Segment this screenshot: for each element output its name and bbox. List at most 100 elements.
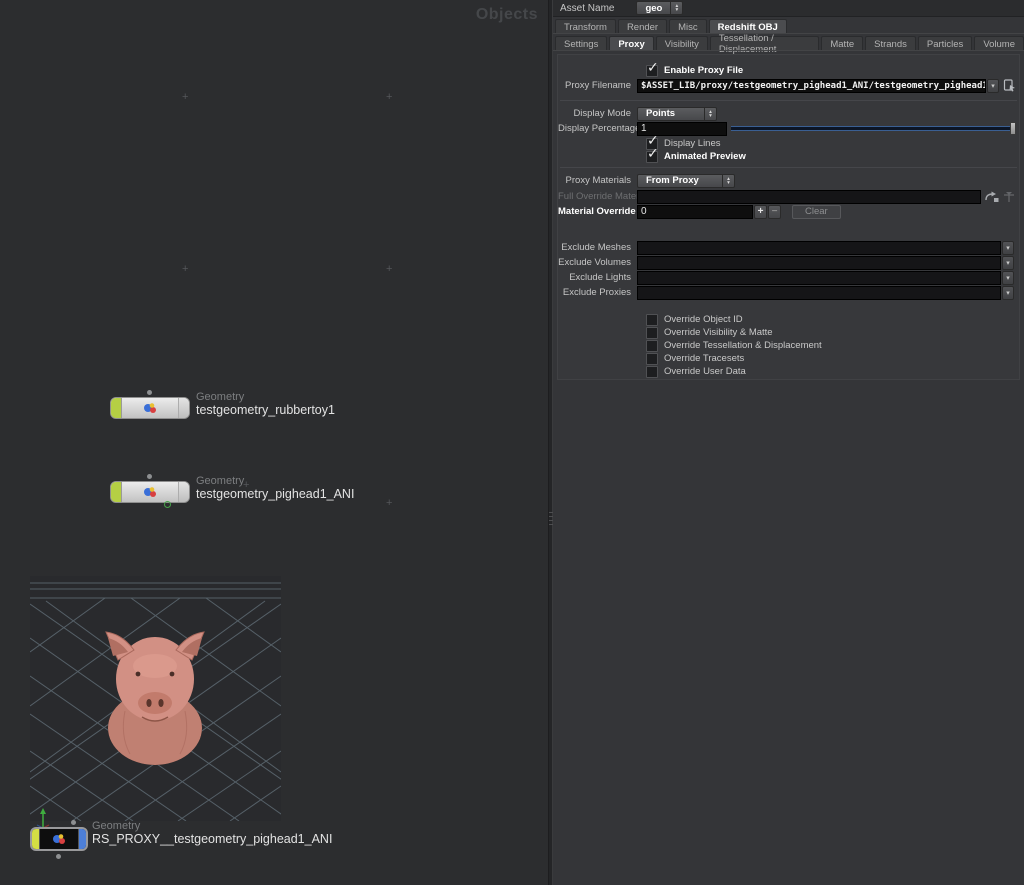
node-input-connector[interactable] xyxy=(71,820,76,825)
pig-head-model xyxy=(106,632,204,765)
tab-transform[interactable]: Transform xyxy=(555,19,616,34)
chevron-down-icon: ▾ xyxy=(1006,244,1010,252)
animated-preview-checkbox[interactable]: ✓ xyxy=(646,151,658,163)
tab-redshift-obj[interactable]: Redshift OBJ xyxy=(709,19,787,34)
override-visibility-matte-checkbox[interactable] xyxy=(646,327,658,339)
exclude-meshes-row: Exclude Meshes ▾ xyxy=(558,240,1019,255)
node-name-label[interactable]: testgeometry_rubbertoy1 xyxy=(196,403,335,417)
exclude-volumes-row: Exclude Volumes ▾ xyxy=(558,255,1019,270)
override-user-data-label: Override User Data xyxy=(664,366,746,377)
clear-button[interactable]: Clear xyxy=(792,205,841,219)
node-chooser-icon[interactable] xyxy=(985,191,999,203)
clear-button-label: Clear xyxy=(805,206,828,217)
proxy-filename-row: Proxy Filename $ASSET_LIB/proxy/testgeom… xyxy=(558,78,1019,93)
node-render-flag[interactable] xyxy=(78,829,86,849)
override-tracesets-checkbox[interactable] xyxy=(646,353,658,365)
display-mode-spinner[interactable]: ▴ ▾ xyxy=(705,107,717,121)
scene-preview-viewport[interactable] xyxy=(30,576,281,821)
display-percentage-slider[interactable] xyxy=(731,125,1016,132)
node-render-flag[interactable] xyxy=(178,482,189,502)
exclude-meshes-input[interactable] xyxy=(637,241,1001,255)
asset-name-value[interactable]: geo xyxy=(636,1,671,15)
houdini-window: Objects + + + + + + Geometry testgeometr… xyxy=(0,0,1024,885)
op-jump-icon[interactable] xyxy=(1003,191,1015,203)
node-input-connector[interactable] xyxy=(147,390,152,395)
tab-matte[interactable]: Matte xyxy=(821,36,863,51)
enable-proxy-file-checkbox[interactable]: ✓ xyxy=(646,65,658,77)
display-mode-value[interactable]: Points xyxy=(637,107,705,121)
proxy-materials-dropdown[interactable]: From Proxy ▴ ▾ xyxy=(637,174,735,187)
main-tab-bar: Transform Render Misc Redshift OBJ xyxy=(555,19,1024,34)
separator xyxy=(560,167,1017,168)
override-tessellation-checkbox[interactable] xyxy=(646,340,658,352)
network-context-watermark: Objects xyxy=(476,6,538,24)
exclude-volumes-input[interactable] xyxy=(637,256,1001,270)
node-RS-PROXY-testgeometry-pighead1-ANI[interactable] xyxy=(30,827,88,851)
asset-name-row: Asset Name geo ▴ ▾ xyxy=(553,0,1024,17)
separator xyxy=(560,100,1017,101)
animated-preview-label: Animated Preview xyxy=(664,151,746,162)
exclude-proxies-label: Exclude Proxies xyxy=(558,287,637,298)
check-icon: ✓ xyxy=(647,146,659,162)
exclude-lights-row: Exclude Lights ▾ xyxy=(558,270,1019,285)
override-visibility-matte-label: Override Visibility & Matte xyxy=(664,327,773,338)
enable-proxy-file-label: Enable Proxy File xyxy=(664,65,743,76)
exclude-volumes-label: Exclude Volumes xyxy=(558,257,637,268)
add-item-button[interactable]: + xyxy=(754,205,767,219)
exclude-lights-dropdown[interactable]: ▾ xyxy=(1002,271,1014,285)
proxy-materials-spinner[interactable]: ▴ ▾ xyxy=(723,174,735,188)
display-mode-label: Display Mode xyxy=(558,108,637,119)
tab-visibility[interactable]: Visibility xyxy=(656,36,708,51)
spinner-down-icon: ▾ xyxy=(709,114,712,118)
node-type-label: Geometry xyxy=(196,476,354,487)
tab-misc[interactable]: Misc xyxy=(669,19,707,34)
chevron-down-icon: ▾ xyxy=(1006,259,1010,267)
proxy-materials-value[interactable]: From Proxy xyxy=(637,174,723,188)
material-override-list-input[interactable]: 0 xyxy=(637,205,753,219)
proxy-filename-input[interactable]: $ASSET_LIB/proxy/testgeometry_pighead1_A… xyxy=(637,79,986,93)
tab-strands[interactable]: Strands xyxy=(865,36,916,51)
exclude-lights-input[interactable] xyxy=(637,271,1001,285)
full-override-material-input[interactable] xyxy=(637,190,981,204)
exclude-meshes-dropdown[interactable]: ▾ xyxy=(1002,241,1014,255)
tab-volume[interactable]: Volume xyxy=(974,36,1024,51)
exclude-proxies-row: Exclude Proxies ▾ xyxy=(558,285,1019,300)
override-object-id-checkbox[interactable] xyxy=(646,314,658,326)
node-testgeometry-pighead1-ANI[interactable] xyxy=(110,481,190,503)
node-display-flag[interactable] xyxy=(32,829,40,849)
parameter-pane: Asset Name geo ▴ ▾ Transform Render Misc… xyxy=(553,0,1024,885)
node-display-flag[interactable] xyxy=(111,482,122,502)
network-editor[interactable]: Objects + + + + + + Geometry testgeometr… xyxy=(0,0,548,885)
tab-settings[interactable]: Settings xyxy=(555,36,607,51)
tab-particles[interactable]: Particles xyxy=(918,36,972,51)
check-icon: ✓ xyxy=(647,60,659,76)
node-output-connector[interactable] xyxy=(164,501,171,508)
remove-item-button[interactable]: − xyxy=(768,205,781,219)
node-testgeometry-rubbertoy1[interactable] xyxy=(110,397,190,419)
node-output-connector[interactable] xyxy=(56,854,61,859)
node-name-label[interactable]: RS_PROXY__testgeometry_pighead1_ANI xyxy=(92,832,332,846)
exclude-proxies-dropdown[interactable]: ▾ xyxy=(1002,286,1014,300)
override-user-data-checkbox[interactable] xyxy=(646,366,658,378)
tab-tessellation-displacement[interactable]: Tessellation / Displacement xyxy=(710,36,819,51)
grid-marker: + xyxy=(386,92,392,103)
node-input-connector[interactable] xyxy=(147,474,152,479)
node-name-label[interactable]: testgeometry_pighead1_ANI xyxy=(196,487,354,501)
exclude-proxies-input[interactable] xyxy=(637,286,1001,300)
node-display-flag[interactable] xyxy=(111,398,122,418)
tab-proxy[interactable]: Proxy xyxy=(609,36,653,51)
tab-render[interactable]: Render xyxy=(618,19,667,34)
override-object-id-label: Override Object ID xyxy=(664,314,743,325)
file-chooser-icon[interactable] xyxy=(1003,79,1016,92)
minus-icon: − xyxy=(772,206,778,217)
asset-name-spinner[interactable]: ▴ ▾ xyxy=(671,1,683,15)
sub-tab-bar: Settings Proxy Visibility Tessellation /… xyxy=(555,36,1024,51)
filename-history-dropdown[interactable]: ▾ xyxy=(987,79,999,93)
slider-track[interactable] xyxy=(731,126,1016,131)
exclude-volumes-dropdown[interactable]: ▾ xyxy=(1002,256,1014,270)
proxy-materials-row: Proxy Materials From Proxy ▴ ▾ xyxy=(558,173,1019,188)
display-mode-dropdown[interactable]: Points ▴ ▾ xyxy=(637,107,717,120)
slider-handle[interactable] xyxy=(1010,122,1016,135)
asset-name-selector[interactable]: geo ▴ ▾ xyxy=(636,2,683,15)
node-render-flag[interactable] xyxy=(178,398,189,418)
